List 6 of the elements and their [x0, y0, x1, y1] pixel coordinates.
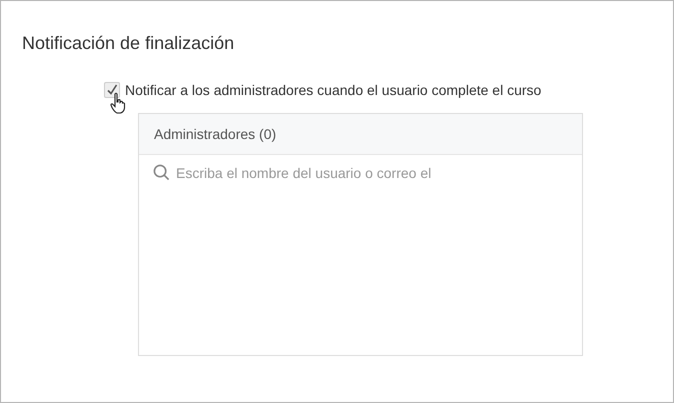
checkbox[interactable]: [104, 82, 120, 98]
search-icon: [153, 164, 170, 181]
section-title: Notificación de finalización: [22, 33, 236, 54]
checkbox-label[interactable]: Notificar a los administradores cuando el usuario complete el curso: [125, 82, 542, 98]
panel-header: Administradores (0): [154, 126, 276, 142]
hand-cursor-icon: [110, 92, 126, 114]
